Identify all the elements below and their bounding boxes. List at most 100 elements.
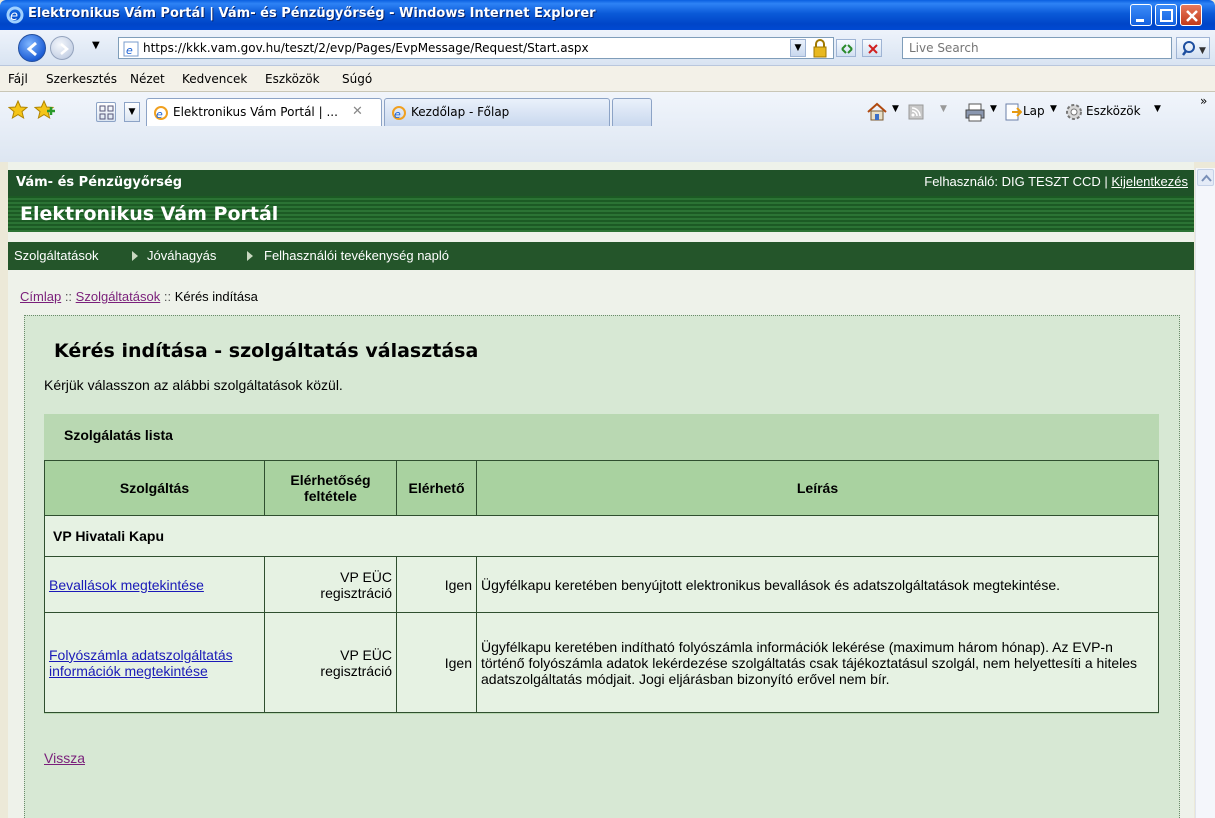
scroll-up-button[interactable] (1197, 169, 1214, 186)
breadcrumb-separator: :: (163, 289, 172, 304)
description-cell: Ügyfélkapu keretében benyújtott elektron… (476, 556, 1159, 613)
address-bar: ▼ e https://kkk.vam.gov.hu/teszt/2/evp/P… (0, 30, 1215, 66)
tools-menu[interactable]: Eszközök (1086, 104, 1141, 118)
close-tab-icon[interactable]: ✕ (352, 104, 363, 119)
search-icon: ▼ (1182, 41, 1206, 56)
tab-evp[interactable]: e Elektronikus Vám Portál | ... (146, 98, 382, 126)
page-icon: e (154, 106, 168, 121)
svg-text:▼: ▼ (1199, 46, 1206, 56)
portal-title: Elektronikus Vám Portál (20, 203, 279, 225)
home-icon[interactable] (866, 102, 888, 122)
search-button[interactable]: ▼ (1176, 37, 1210, 59)
tab-bar: ▼ e Elektronikus Vám Portál | ... ✕ e Ke… (0, 92, 1215, 162)
vertical-scrollbar[interactable] (1195, 168, 1215, 818)
url-text: https://kkk.vam.gov.hu/teszt/2/evp/Pages… (143, 41, 589, 55)
window-title-bar[interactable]: e Elektronikus Vám Portál | Vám- és Pénz… (0, 0, 1215, 30)
refresh-icon[interactable] (836, 39, 856, 57)
available-cell: Igen (396, 612, 477, 713)
service-link-declarations[interactable]: Bevallások megtekintése (49, 577, 204, 593)
breadcrumb-services[interactable]: Szolgáltatások (76, 289, 161, 304)
user-info: Felhasználó: DIG TESZT CCD | Kijelentkez… (924, 174, 1188, 189)
svg-text:e: e (10, 9, 18, 24)
menu-view[interactable]: Nézet (130, 72, 165, 86)
main-nav: Szolgáltatások Jóváhagyás Felhasználói t… (8, 242, 1194, 270)
menu-bar: Fájl Szerkesztés Nézet Kedvencek Eszközö… (0, 66, 1215, 92)
available-cell: Igen (396, 556, 477, 613)
favorites-star-icon[interactable] (8, 100, 28, 120)
table-header-row: Szolgáltás Elérhetőség feltétele Elérhet… (44, 460, 1159, 516)
home-dropdown-icon[interactable]: ▼ (892, 104, 899, 114)
minimize-button[interactable] (1130, 4, 1152, 26)
table-row: Folyószámla adatszolgáltatás információk… (44, 612, 1159, 713)
window-title: Elektronikus Vám Portál | Vám- és Pénzüg… (28, 6, 596, 21)
quick-tabs-icon[interactable] (96, 102, 116, 122)
stop-icon[interactable] (862, 39, 882, 57)
page-menu-icon (1005, 103, 1022, 121)
nav-item-activity-log[interactable]: Felhasználói tevékenység napló (264, 248, 449, 263)
group-label: VP Hivatali Kapu (44, 515, 1159, 557)
feeds-dropdown-icon[interactable]: ▼ (940, 104, 947, 114)
gear-icon (1066, 104, 1082, 120)
menu-file[interactable]: Fájl (8, 72, 28, 86)
page-title: Kérés indítása - szolgáltatás választása (54, 340, 479, 362)
history-dropdown-icon[interactable]: ▼ (92, 40, 100, 51)
search-input[interactable] (907, 39, 1167, 57)
breadcrumb-home[interactable]: Címlap (20, 289, 61, 304)
chevron-right-icon[interactable]: » (1200, 94, 1207, 108)
maximize-button[interactable] (1155, 4, 1177, 26)
svg-text:e: e (394, 108, 401, 121)
new-tab-button[interactable] (612, 98, 652, 126)
menu-edit[interactable]: Szerkesztés (46, 72, 117, 86)
back-link[interactable]: Vissza (44, 750, 85, 766)
page-icon: e (392, 106, 406, 121)
page-menu[interactable]: Lap (1023, 104, 1045, 118)
forward-button[interactable] (50, 36, 74, 60)
intro-text: Kérjük válasszon az alábbi szolgáltatáso… (44, 377, 343, 393)
tools-dropdown-icon[interactable]: ▼ (1154, 104, 1161, 114)
print-icon[interactable] (964, 102, 986, 122)
user-name: Felhasználó: DIG TESZT CCD | (924, 174, 1112, 189)
service-list-title: Szolgálatás lista (64, 427, 173, 443)
tab-label: Kezdőlap - Főlap (411, 105, 510, 119)
nav-arrow-icon (247, 251, 253, 261)
service-link-account-info[interactable]: Folyószámla adatszolgáltatás információk… (49, 647, 233, 679)
condition-cell: VP EÜC regisztráció (264, 556, 397, 613)
table-group-row: VP Hivatali Kapu (44, 515, 1159, 557)
service-table: Szolgáltás Elérhetőség feltétele Elérhet… (44, 460, 1159, 713)
nav-arrow-icon (132, 251, 138, 261)
nav-item-approval[interactable]: Jóváhagyás (147, 248, 216, 263)
url-input[interactable]: e https://kkk.vam.gov.hu/teszt/2/evp/Pag… (118, 37, 834, 59)
site-header-top: Vám- és Pénzügyőrség Felhasználó: DIG TE… (8, 170, 1194, 196)
organization-name: Vám- és Pénzügyőrség (16, 175, 183, 190)
page-dropdown-icon[interactable]: ▼ (1050, 104, 1057, 114)
back-button[interactable] (18, 34, 46, 62)
column-header-description: Leírás (476, 460, 1159, 516)
menu-tools[interactable]: Eszközök (265, 72, 320, 86)
column-header-service: Szolgáltás (44, 460, 265, 516)
breadcrumb: Címlap :: Szolgáltatások :: Kérés indítá… (20, 289, 258, 304)
close-window-button[interactable] (1180, 4, 1202, 26)
service-cell: Folyószámla adatszolgáltatás információk… (44, 612, 265, 713)
service-cell: Bevallások megtekintése (44, 556, 265, 613)
tab-label: Elektronikus Vám Portál | ... (173, 105, 338, 119)
add-favorite-icon[interactable] (34, 100, 56, 120)
logout-link[interactable]: Kijelentkezés (1111, 174, 1188, 189)
table-row: Bevallások megtekintése VP EÜC regisztrá… (44, 556, 1159, 613)
svg-text:e: e (126, 44, 133, 57)
breadcrumb-separator: :: (64, 289, 73, 304)
internet-explorer-icon: e (6, 6, 24, 24)
menu-favorites[interactable]: Kedvencek (182, 72, 247, 86)
condition-cell: VP EÜC regisztráció (264, 612, 397, 713)
column-header-available: Elérhető (396, 460, 477, 516)
feeds-icon[interactable] (908, 104, 924, 120)
nav-item-services[interactable]: Szolgáltatások (14, 248, 99, 263)
url-dropdown-button[interactable]: ▼ (790, 39, 806, 57)
lock-icon[interactable] (812, 38, 828, 58)
breadcrumb-current: Kérés indítása (174, 289, 258, 304)
print-dropdown-icon[interactable]: ▼ (990, 104, 997, 114)
search-field[interactable] (902, 37, 1172, 59)
svg-text:e: e (156, 108, 163, 121)
menu-help[interactable]: Súgó (342, 72, 372, 86)
tab-list-dropdown-icon[interactable]: ▼ (124, 102, 140, 122)
tab-home[interactable]: e Kezdőlap - Főlap (384, 98, 610, 126)
